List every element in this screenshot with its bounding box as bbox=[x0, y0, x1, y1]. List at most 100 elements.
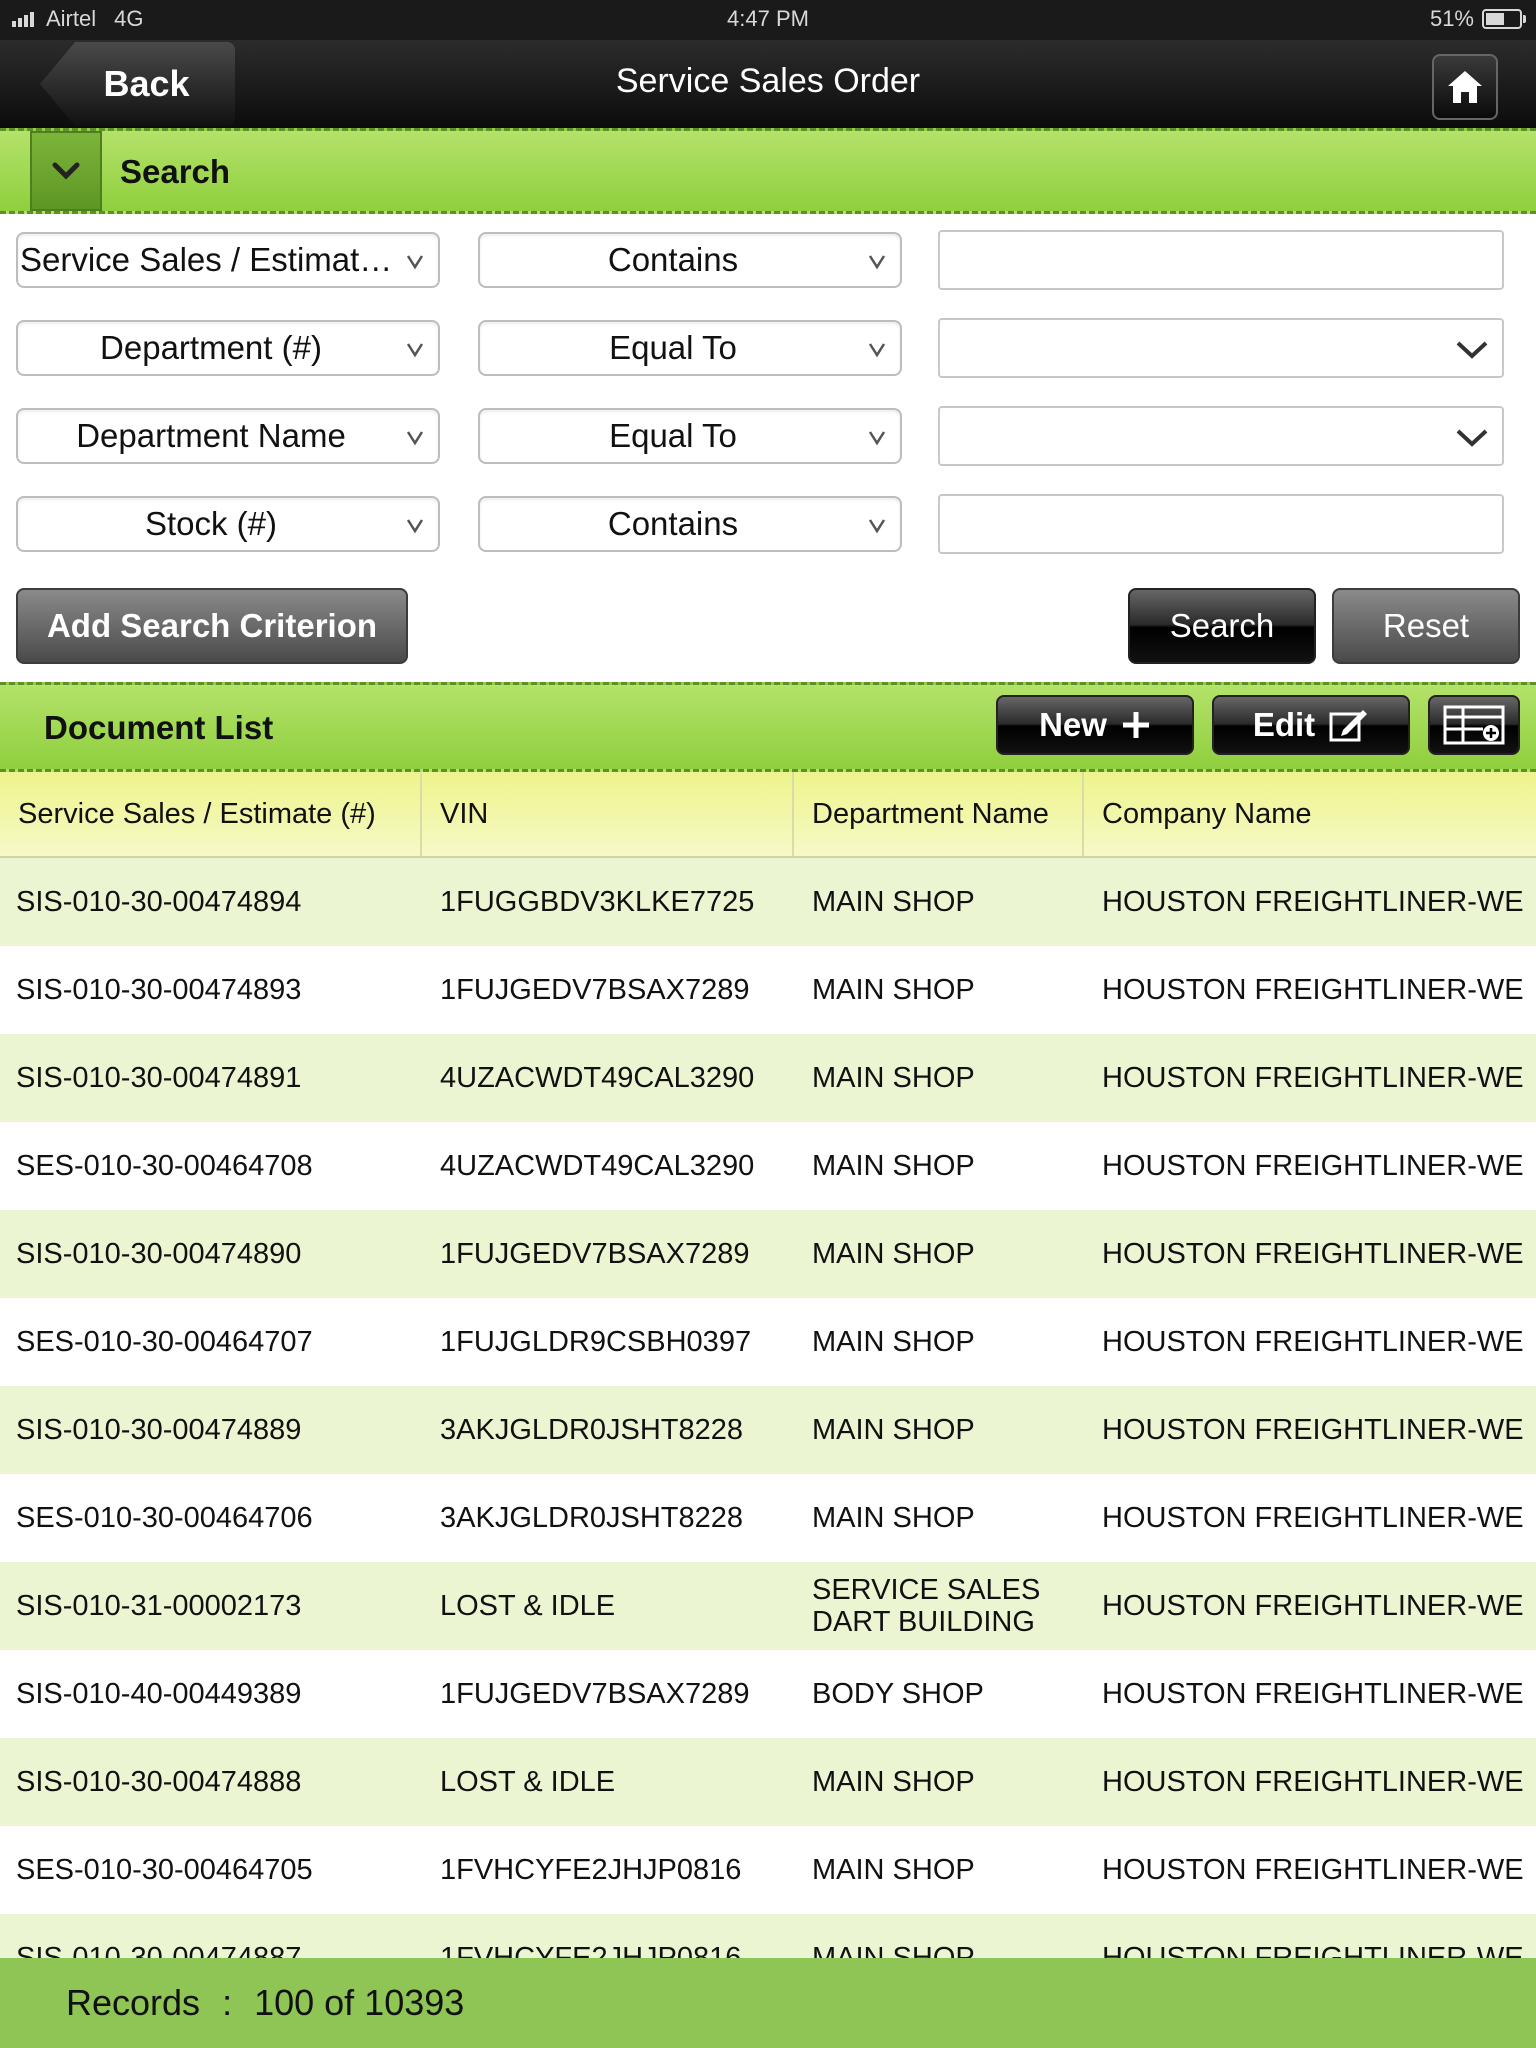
cell-department-name: MAIN SHOP bbox=[812, 886, 975, 918]
cell-vin: LOST & IDLE bbox=[440, 1590, 616, 1622]
document-table-body: SIS-010-30-00474894 1FUGGBDV3KLKE7725 MAIN… bbox=[0, 858, 1536, 1958]
cell-service-sales-number: SIS-010-30-00474889 bbox=[16, 1414, 302, 1446]
records-label: Records bbox=[66, 1982, 201, 2023]
criterion-operator-value: Contains bbox=[607, 241, 739, 278]
cell-company-name: HOUSTON FREIGHTLINER-WE bbox=[1102, 1942, 1524, 1958]
add-search-criterion-button[interactable]: Add Search Criterion bbox=[16, 588, 408, 664]
cell-service-sales-number: SIS-010-30-00474887 bbox=[16, 1942, 302, 1958]
criterion-operator-select-4[interactable]: Contains bbox=[478, 496, 902, 552]
table-row[interactable]: SIS-010-30-00474894 1FUGGBDV3KLKE7725 MAIN… bbox=[0, 858, 1536, 946]
criterion-field-select-3[interactable]: Department Name bbox=[16, 408, 440, 464]
cell-vin: 4UZACWDT49CAL3290 bbox=[440, 1062, 755, 1094]
search-section-header: Search bbox=[0, 128, 1536, 214]
document-list-header: Document List New Edit bbox=[0, 682, 1536, 772]
cell-service-sales-number: SIS-010-30-00474894 bbox=[16, 886, 302, 918]
search-toggle-button[interactable] bbox=[30, 131, 102, 211]
home-button[interactable] bbox=[1432, 54, 1498, 120]
table-row[interactable]: SIS-010-30-00474890 1FUJGEDV7BSAX7289 MAIN… bbox=[0, 1210, 1536, 1298]
table-row[interactable]: SIS-010-30-00474887 1FVHCYFE2JHJP0816 MAIN… bbox=[0, 1914, 1536, 1958]
table-row[interactable]: SES-010-30-00464706 3AKJGLDR0JSHT8228 MAIN… bbox=[0, 1474, 1536, 1562]
cell-department-name: MAIN SHOP bbox=[812, 1414, 975, 1446]
cell-company-name: HOUSTON FREIGHTLINER-WE bbox=[1102, 1766, 1524, 1798]
cell-department-name: MAIN SHOP bbox=[812, 1502, 975, 1534]
cell-vin: 4UZACWDT49CAL3290 bbox=[440, 1150, 755, 1182]
chevron-down-icon bbox=[868, 431, 886, 446]
new-button[interactable]: New bbox=[996, 695, 1194, 755]
criterion-value-select-3[interactable] bbox=[938, 406, 1504, 466]
criterion-field-select-4[interactable]: Stock (#) bbox=[16, 496, 440, 552]
table-row[interactable]: SES-010-30-00464708 4UZACWDT49CAL3290 MAIN… bbox=[0, 1122, 1536, 1210]
cell-company-name: HOUSTON FREIGHTLINER-WE bbox=[1102, 886, 1524, 918]
cell-service-sales-number: SES-010-30-00464706 bbox=[16, 1502, 313, 1534]
criterion-value-select-2[interactable] bbox=[938, 318, 1504, 378]
criterion-field-value: Service Sales / Estimate... bbox=[20, 241, 406, 278]
table-row[interactable]: SIS-010-40-00449389 1FUJGEDV7BSAX7289 BODY… bbox=[0, 1650, 1536, 1738]
column-header-vin[interactable]: VIN bbox=[422, 772, 794, 856]
table-row[interactable]: SIS-010-30-00474891 4UZACWDT49CAL3290 MAIN… bbox=[0, 1034, 1536, 1122]
cell-company-name: HOUSTON FREIGHTLINER-WE bbox=[1102, 1678, 1524, 1710]
column-header-company-name[interactable]: Company Name bbox=[1084, 772, 1536, 856]
criterion-operator-select-3[interactable]: Equal To bbox=[478, 408, 902, 464]
table-row[interactable]: SIS-010-30-00474893 1FUJGEDV7BSAX7289 MAIN… bbox=[0, 946, 1536, 1034]
table-row[interactable]: SIS-010-30-00474889 3AKJGLDR0JSHT8228 MAIN… bbox=[0, 1386, 1536, 1474]
column-settings-button[interactable] bbox=[1428, 695, 1520, 755]
chevron-down-icon bbox=[1456, 341, 1488, 359]
cell-department-name: BODY SHOP bbox=[812, 1678, 984, 1710]
criterion-value-input-1[interactable] bbox=[938, 230, 1504, 290]
criterion-field-value: Department Name bbox=[76, 417, 346, 454]
criterion-field-select-1[interactable]: Service Sales / Estimate... bbox=[16, 232, 440, 288]
column-header-service-sales[interactable]: Service Sales / Estimate (#) bbox=[0, 772, 422, 856]
table-header: Service Sales / Estimate (#) VIN Departm… bbox=[0, 772, 1536, 858]
chevron-down-icon bbox=[868, 519, 886, 534]
cell-vin: 1FVHCYFE2JHJP0816 bbox=[440, 1942, 742, 1958]
cell-department-name: MAIN SHOP bbox=[812, 1150, 975, 1182]
criterion-field-value: Department (#) bbox=[100, 329, 322, 366]
criterion-value-input-4[interactable] bbox=[938, 494, 1504, 554]
cell-company-name: HOUSTON FREIGHTLINER-WE bbox=[1102, 1062, 1524, 1094]
status-right: 51% bbox=[1430, 6, 1526, 32]
column-header-department-name[interactable]: Department Name bbox=[794, 772, 1084, 856]
new-button-label: New bbox=[1039, 706, 1107, 743]
records-count: 100 of 10393 bbox=[254, 1982, 465, 2023]
table-row[interactable]: SES-010-30-00464707 1FUJGLDR9CSBH0397 MAIN… bbox=[0, 1298, 1536, 1386]
cell-vin: 1FUJGLDR9CSBH0397 bbox=[440, 1326, 752, 1358]
status-bar: Airtel 4G 4:47 PM 51% bbox=[0, 0, 1536, 40]
table-row[interactable]: SIS-010-30-00474888 LOST & IDLE MAIN SHOP H… bbox=[0, 1738, 1536, 1826]
cell-department-name: MAIN SHOP bbox=[812, 974, 975, 1006]
document-list-title: Document List bbox=[44, 709, 274, 746]
criterion-operator-value: Contains bbox=[607, 505, 739, 542]
criterion-operator-value: Equal To bbox=[609, 417, 737, 454]
edit-button-label: Edit bbox=[1252, 706, 1316, 743]
cell-service-sales-number: SES-010-30-00464707 bbox=[16, 1326, 313, 1358]
criterion-operator-select-2[interactable]: Equal To bbox=[478, 320, 902, 376]
edit-button[interactable]: Edit bbox=[1212, 695, 1410, 755]
cell-department-name: MAIN SHOP bbox=[812, 1766, 975, 1798]
cell-vin: 1FUJGEDV7BSAX7289 bbox=[440, 1238, 750, 1270]
cell-company-name: HOUSTON FREIGHTLINER-WE bbox=[1102, 1414, 1524, 1446]
cell-company-name: HOUSTON FREIGHTLINER-WE bbox=[1102, 1590, 1524, 1622]
reset-button[interactable]: Reset bbox=[1332, 588, 1520, 664]
records-footer: Records : 100 of 10393 bbox=[0, 1958, 1536, 2048]
cell-department-name: MAIN SHOP bbox=[812, 1238, 975, 1270]
chevron-down-icon bbox=[868, 255, 886, 270]
battery-icon bbox=[1482, 9, 1526, 29]
page-title: Service Sales Order bbox=[615, 62, 921, 100]
criterion-operator-select-1[interactable]: Contains bbox=[478, 232, 902, 288]
table-row[interactable]: SES-010-30-00464705 1FVHCYFE2JHJP0816 MAIN… bbox=[0, 1826, 1536, 1914]
criterion-field-select-2[interactable]: Department (#) bbox=[16, 320, 440, 376]
table-row[interactable]: SIS-010-31-00002173 LOST & IDLE SERVICE SA… bbox=[0, 1562, 1536, 1650]
chevron-down-icon bbox=[52, 162, 80, 180]
cell-department-name: MAIN SHOP bbox=[812, 1062, 975, 1094]
chevron-down-icon bbox=[406, 343, 424, 358]
search-button[interactable]: Search bbox=[1128, 588, 1316, 664]
cell-company-name: HOUSTON FREIGHTLINER-WE bbox=[1102, 974, 1524, 1006]
cell-department-name: MAIN SHOP bbox=[812, 1326, 975, 1358]
nav-bar: Back Service Sales Order bbox=[0, 40, 1536, 128]
cell-service-sales-number: SIS-010-40-00449389 bbox=[16, 1678, 302, 1710]
cell-department-name: MAIN SHOP bbox=[812, 1854, 975, 1886]
search-section-title: Search bbox=[120, 153, 231, 190]
cell-vin: 1FVHCYFE2JHJP0816 bbox=[440, 1854, 742, 1886]
edit-icon bbox=[1329, 710, 1368, 742]
criterion-field-value: Stock (#) bbox=[144, 505, 278, 542]
table-settings-icon bbox=[1443, 705, 1505, 745]
